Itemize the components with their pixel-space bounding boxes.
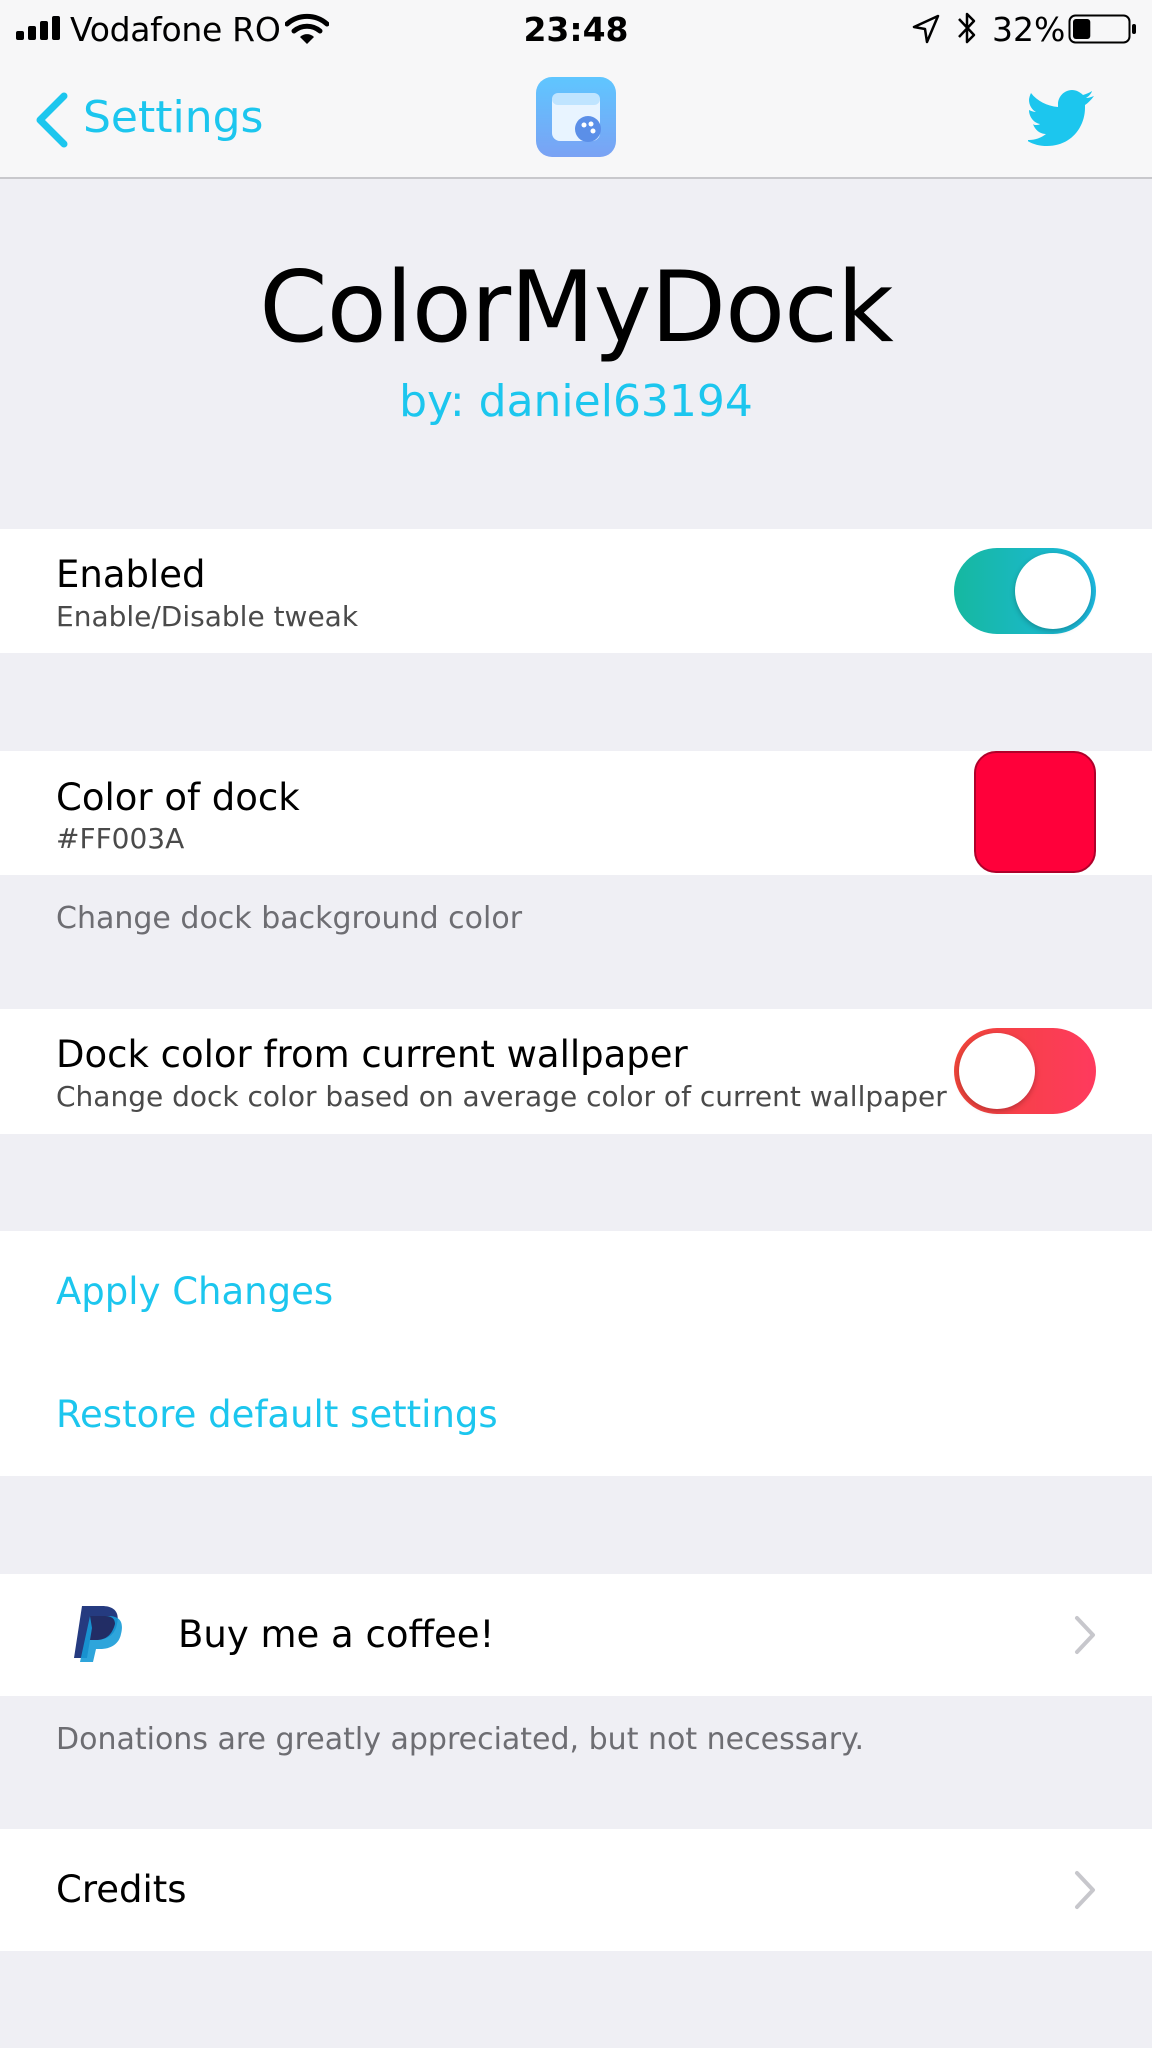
wallpaper-color-title: Dock color from current wallpaper [56, 1033, 688, 1076]
credits-label: Credits [56, 1868, 187, 1911]
battery-icon [1068, 14, 1136, 44]
actions-group: Apply Changes Restore default settings [0, 1231, 1152, 1476]
location-arrow-icon [912, 14, 940, 44]
wallpaper-color-subtitle: Change dock color based on average color… [56, 1080, 947, 1113]
toggle-knob [959, 1033, 1035, 1109]
color-of-dock-cell[interactable]: Color of dock #FF003A [0, 751, 1152, 875]
donate-label: Buy me a coffee! [178, 1613, 495, 1656]
color-of-dock-title: Color of dock [56, 776, 300, 819]
status-bar: Vodafone RO 23:48 32% [0, 0, 1152, 60]
toggle-knob [1015, 553, 1091, 629]
chevron-right-icon [1075, 1871, 1095, 1909]
color-swatch[interactable] [974, 751, 1096, 873]
battery-percentage: 32% [992, 10, 1066, 49]
bluetooth-icon [958, 12, 976, 44]
chevron-right-icon [1075, 1616, 1095, 1654]
back-chevron-icon[interactable] [34, 92, 70, 148]
tweak-title: ColorMyDock [259, 251, 893, 365]
navigation-bar: Settings [0, 60, 1152, 179]
enabled-title: Enabled [56, 553, 206, 596]
app-icon [536, 77, 616, 157]
status-time: 23:48 [523, 10, 629, 49]
enabled-toggle[interactable] [954, 548, 1096, 634]
color-footer: Change dock background color [56, 901, 523, 936]
enabled-subtitle: Enable/Disable tweak [56, 600, 359, 633]
paypal-icon [74, 1606, 122, 1662]
tweak-author[interactable]: by: daniel63194 [0, 372, 1152, 432]
twitter-icon[interactable] [1028, 89, 1096, 147]
donate-footer: Donations are greatly appreciated, but n… [56, 1722, 865, 1757]
apply-changes-button[interactable]: Apply Changes [56, 1269, 333, 1315]
restore-defaults-button[interactable]: Restore default settings [56, 1392, 498, 1438]
wallpaper-color-toggle[interactable] [954, 1028, 1096, 1114]
enabled-cell: Enabled Enable/Disable tweak [0, 529, 1152, 653]
color-hex-value: #FF003A [56, 822, 185, 855]
credits-cell[interactable]: Credits [0, 1829, 1152, 1951]
back-button[interactable]: Settings [83, 88, 263, 148]
donate-cell[interactable]: Buy me a coffee! [0, 1574, 1152, 1696]
wallpaper-color-cell: Dock color from current wallpaper Change… [0, 1009, 1152, 1134]
